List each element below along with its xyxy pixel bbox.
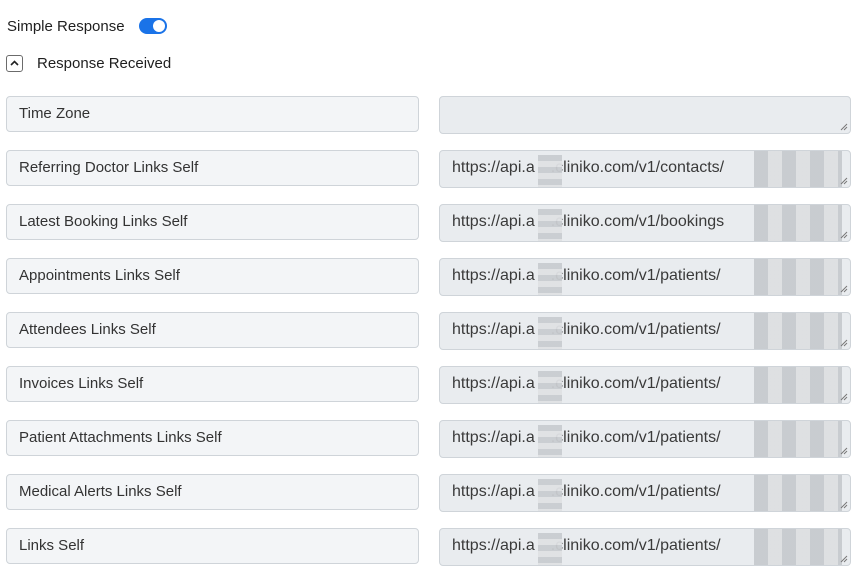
resize-grip-icon[interactable] [840, 285, 848, 293]
redaction-blur [538, 155, 562, 187]
field-row-appointments: Appointments Links Self https://api.a .c… [6, 258, 851, 296]
resize-grip-icon[interactable] [840, 231, 848, 239]
field-row-links-self: Links Self https://api.a .cliniko.com/v1… [6, 528, 851, 566]
field-label: Latest Booking Links Self [6, 204, 419, 240]
field-label: Patient Attachments Links Self [6, 420, 419, 456]
field-row-medical-alerts: Medical Alerts Links Self https://api.a … [6, 474, 851, 512]
redaction-blur [754, 205, 842, 241]
resize-grip-icon[interactable] [840, 501, 848, 509]
field-row-patient-attachments: Patient Attachments Links Self https://a… [6, 420, 851, 458]
redaction-blur [754, 151, 842, 187]
simple-response-toggle[interactable] [138, 18, 167, 34]
resize-grip-icon[interactable] [840, 393, 848, 401]
redaction-blur [754, 529, 842, 565]
field-value-textarea[interactable]: https://api.a .cliniko.com/v1/patients/ [439, 420, 851, 458]
field-value-textarea[interactable]: https://api.a .cliniko.com/v1/patients/ [439, 474, 851, 512]
field-value-text: https://api.a .cliniko.com/v1/patients/ [452, 537, 721, 554]
field-row-invoices: Invoices Links Self https://api.a .clini… [6, 366, 851, 404]
field-row-referring-doctor: Referring Doctor Links Self https://api.… [6, 150, 851, 188]
simple-response-label: Simple Response [7, 17, 125, 35]
simple-response-toggle-row: Simple Response [7, 14, 167, 38]
field-value-text: https://api.a .cliniko.com/v1/bookings [452, 213, 725, 230]
field-label: Invoices Links Self [6, 366, 419, 402]
redaction-blur [538, 371, 562, 403]
field-label: Appointments Links Self [6, 258, 419, 294]
field-value-text: https://api.a .cliniko.com/v1/patients/ [452, 321, 721, 338]
chevron-up-icon [10, 60, 19, 66]
field-label: Referring Doctor Links Self [6, 150, 419, 186]
redaction-blur [538, 479, 562, 511]
field-value-textarea[interactable]: https://api.a .cliniko.com/v1/bookings [439, 204, 851, 242]
redaction-blur [754, 475, 842, 511]
redaction-blur [538, 317, 562, 349]
field-value-text: https://api.a .cliniko.com/v1/patients/ [452, 429, 721, 446]
resize-grip-icon[interactable] [840, 339, 848, 347]
redaction-blur [754, 367, 842, 403]
field-label: Time Zone [6, 96, 419, 132]
resize-grip-icon[interactable] [840, 555, 848, 563]
field-row-time-zone: Time Zone [6, 96, 851, 134]
field-value-text: https://api.a .cliniko.com/v1/contacts/ [452, 159, 725, 176]
redaction-blur [754, 259, 842, 295]
response-fields: Time Zone Referring Doctor Links Self ht… [6, 96, 851, 582]
section-title: Response Received [37, 54, 172, 72]
resize-grip-icon[interactable] [840, 447, 848, 455]
redaction-blur [754, 421, 842, 457]
resize-grip-icon[interactable] [840, 123, 848, 131]
field-value-textarea[interactable]: https://api.a .cliniko.com/v1/patients/ [439, 366, 851, 404]
toggle-knob [152, 20, 165, 32]
redaction-blur [538, 263, 562, 295]
field-row-attendees: Attendees Links Self https://api.a .clin… [6, 312, 851, 350]
resize-grip-icon[interactable] [840, 177, 848, 185]
collapse-button[interactable] [6, 54, 23, 72]
field-row-latest-booking: Latest Booking Links Self https://api.a … [6, 204, 851, 242]
field-label: Links Self [6, 528, 419, 564]
field-value-textarea[interactable]: https://api.a .cliniko.com/v1/patients/ [439, 312, 851, 350]
redaction-blur [538, 425, 562, 457]
redaction-blur [754, 313, 842, 349]
field-value-text: https://api.a .cliniko.com/v1/patients/ [452, 375, 721, 392]
field-value-textarea[interactable] [439, 96, 851, 134]
field-label: Attendees Links Self [6, 312, 419, 348]
redaction-blur [538, 533, 562, 565]
field-value-text: https://api.a .cliniko.com/v1/patients/ [452, 483, 721, 500]
response-received-header: Response Received [6, 52, 171, 74]
field-label: Medical Alerts Links Self [6, 474, 419, 510]
field-value-text: https://api.a .cliniko.com/v1/patients/ [452, 267, 721, 284]
field-value-textarea[interactable]: https://api.a .cliniko.com/v1/contacts/ [439, 150, 851, 188]
field-value-textarea[interactable]: https://api.a .cliniko.com/v1/patients/ [439, 528, 851, 566]
redaction-blur [538, 209, 562, 241]
field-value-textarea[interactable]: https://api.a .cliniko.com/v1/patients/ [439, 258, 851, 296]
